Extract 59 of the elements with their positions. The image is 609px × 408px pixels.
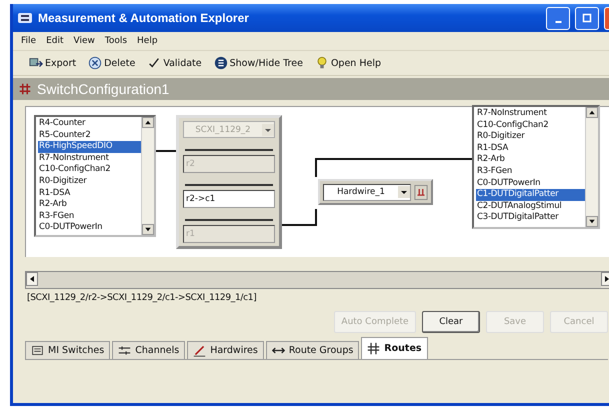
list-item[interactable]: C1-DUTDigitalPatter — [476, 189, 585, 201]
grid-icon — [19, 83, 31, 95]
lightbulb-icon — [314, 56, 329, 70]
window-title: Measurement & Automation Explorer — [38, 11, 249, 25]
toolbar-button[interactable]: Show/Hide Tree — [212, 55, 305, 71]
toolbar-button[interactable]: Delete — [86, 55, 138, 71]
list-item[interactable]: C3-DUTDigitalPatter — [476, 212, 585, 224]
tab[interactable]: Channels — [112, 341, 186, 359]
maximize-icon — [582, 13, 592, 23]
pen-icon — [193, 344, 206, 357]
hardwire-icon[interactable] — [414, 184, 428, 200]
grid-icon — [367, 342, 380, 355]
list-item[interactable]: R7-NoInstrument — [476, 108, 585, 120]
list-item[interactable]: C10-ConfigChan2 — [38, 164, 141, 176]
menu-item[interactable]: Tools — [104, 36, 128, 46]
list-item[interactable]: C0-DUTPowerIn — [38, 222, 141, 234]
channels-icon — [118, 344, 132, 357]
list-item[interactable]: R6-HighSpeedDIO — [38, 141, 141, 153]
tab[interactable]: Hardwires — [187, 341, 264, 359]
list-item[interactable]: R1-DSA — [476, 142, 585, 154]
list-item[interactable]: R4-Counter — [38, 118, 141, 130]
list-item[interactable]: C2-DUTAnalogStimul — [476, 200, 585, 212]
list-item[interactable]: R2-Arb — [476, 154, 585, 166]
hardwire-dropdown[interactable]: Hardwire_1 — [323, 184, 411, 200]
action-button[interactable]: Clear — [422, 311, 480, 333]
page-title: SwitchConfiguration1 — [37, 81, 170, 97]
menu-item[interactable]: Help — [137, 36, 158, 46]
list-item[interactable]: R0-Digitizer — [38, 176, 141, 188]
scroll-bar[interactable] — [585, 107, 598, 227]
list-item[interactable]: R7-NoInstrument — [38, 152, 141, 164]
checkmark-icon — [147, 56, 162, 70]
app-icon — [17, 10, 33, 26]
channel-field[interactable]: r2->c1 — [183, 190, 275, 208]
switch-icon — [31, 344, 44, 357]
minimize-icon — [554, 21, 562, 23]
list-item[interactable]: R3-FGen — [38, 210, 141, 222]
maximize-button[interactable] — [575, 6, 599, 30]
toolbar-button[interactable]: Validate — [145, 55, 204, 71]
tab[interactable]: Routes — [361, 337, 428, 359]
list-item[interactable]: R3-FGen — [476, 166, 585, 178]
delete-icon — [88, 56, 102, 70]
horizontal-scroll-bar[interactable] — [25, 271, 609, 289]
tab[interactable]: Route Groups — [266, 341, 360, 359]
tab[interactable]: MI Switches — [25, 341, 110, 359]
tree-icon — [214, 56, 228, 70]
route-path: [SCXI_1129_2/r2->SCXI_1129_2/c1->SCXI_1129_1/c1] — [26, 292, 258, 305]
list-item[interactable]: C10-ConfigChan2 — [476, 120, 585, 132]
list-item[interactable]: R5-Counter2 — [38, 130, 141, 142]
list-item[interactable]: C0-DUTPowerIn — [476, 178, 585, 190]
toolbar-button[interactable]: Export — [27, 55, 78, 71]
scroll-bar[interactable] — [141, 117, 154, 235]
list-item[interactable]: R1-DSA — [38, 188, 141, 200]
list-item[interactable]: R2-Arb — [38, 199, 141, 211]
toolbar-button[interactable]: Open Help — [312, 55, 383, 71]
menu-item[interactable]: File — [21, 36, 36, 46]
menu-item[interactable]: View — [74, 36, 95, 46]
list-item[interactable]: R0-Digitizer — [476, 131, 585, 143]
minimize-button[interactable] — [546, 6, 570, 30]
menu-item[interactable]: Edit — [46, 36, 64, 46]
